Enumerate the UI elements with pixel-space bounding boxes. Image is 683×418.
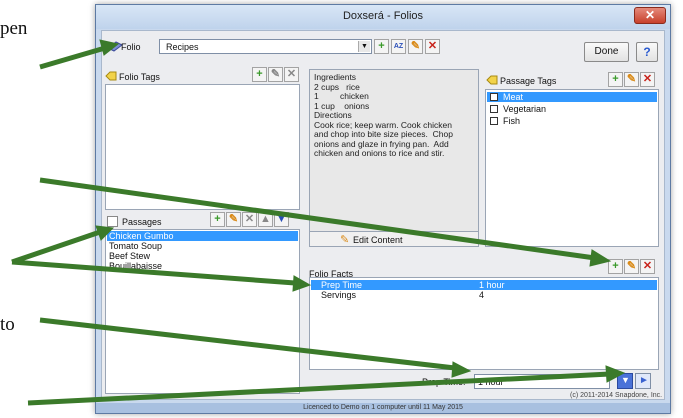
sort-folio-button[interactable]: AZ [391,39,406,54]
add-passage-tag-button[interactable]: + [608,72,623,87]
pencil-icon: ✎ [270,68,281,80]
delete-passage-button[interactable]: ✕ [242,212,257,227]
pencil-icon: ✎ [626,260,637,272]
checkbox[interactable] [490,105,498,113]
edit-passage-tag-button[interactable]: ✎ [624,72,639,87]
passages-list[interactable]: Chicken Gumbo Tomato Soup Beef Stew Boui… [105,229,300,394]
pencil-icon: ✎ [228,213,239,225]
help-button[interactable]: ? [636,42,658,62]
x-icon: ✕ [642,73,653,85]
delete-folio-button[interactable]: ✕ [425,39,440,54]
delete-folio-tag-button[interactable]: ✕ [284,67,299,82]
edit-folio-button[interactable]: ✎ [408,39,423,54]
plus-icon: + [612,260,619,272]
checkbox[interactable] [490,117,498,125]
tag-icon [105,71,117,81]
fact-value-input-text: 1 hour [478,377,504,387]
delete-fact-button[interactable]: ✕ [640,259,655,274]
passage-tag-label: Fish [503,116,521,126]
folio-select-value: Recipes [166,42,199,52]
x-icon: ✕ [286,68,297,80]
tag-icon [486,75,498,85]
passage-item[interactable]: Beef Stew [109,251,150,261]
x-icon: ✕ [427,40,438,52]
plus-icon: + [378,40,385,52]
pencil-icon: ✎ [410,40,421,52]
fact-row[interactable]: Servings 4 [311,290,657,300]
copyright-text: (c) 2011-2014 Snapdone, Inc. [570,392,663,399]
move-down-button[interactable]: ▼ [274,212,289,227]
edit-content-label: Edit Content [353,235,403,245]
pencil-icon: ✎ [626,73,637,85]
arrow-right-icon: ► [639,375,649,386]
add-fact-button[interactable]: + [608,259,623,274]
passage-tags-header: Passage Tags [500,76,557,86]
fact-name: Servings [321,290,357,300]
pencil-icon: ✎ [340,234,350,246]
passage-item[interactable]: Chicken Gumbo [107,231,298,241]
fact-name: Prep Time [321,280,363,290]
edit-fact-button[interactable]: ✎ [624,259,639,274]
content-panel[interactable]: Ingredients 2 cups rice 1 chicken 1 cup … [309,69,479,247]
fact-value: 4 [479,290,485,300]
passages-header: Passages [122,217,162,227]
passage-item[interactable]: Bouillabaisse [109,261,162,271]
chevron-down-icon[interactable]: ▼ [358,41,370,52]
passage-tag-label: Meat [503,92,524,102]
add-passage-button[interactable]: + [210,212,225,227]
passage-tags-list[interactable]: ✓ Meat Vegetarian Fish [485,89,659,247]
plus-icon: + [214,213,221,225]
plus-icon: + [256,68,263,80]
fact-row[interactable]: Prep Time 1 hour [311,280,657,290]
edit-folio-tag-button[interactable]: ✎ [268,67,283,82]
passage-tag-item[interactable]: ✓ Meat [487,92,657,102]
done-button[interactable]: Done [584,42,629,62]
background-text-bottom: to [0,314,15,335]
fact-editor-label: Prep Time: [422,377,466,387]
arrow-up-icon: ▲ [260,213,271,225]
move-fact-down-button[interactable]: ▼ [617,373,633,389]
folio-label: Folio [121,42,141,52]
status-bar: Licenced to Demo on 1 computer until 11 … [96,403,670,413]
passage-tag-item[interactable]: Fish [487,116,657,126]
title-bar[interactable]: Doxserá - Folios ✕ [96,5,670,29]
edit-passage-button[interactable]: ✎ [226,212,241,227]
passage-tag-label: Vegetarian [503,104,547,114]
folio-facts-list[interactable]: Prep Time 1 hour Servings 4 [309,277,659,370]
folios-window: Doxserá - Folios ✕ Folio Recipes ▼ + AZ … [95,4,671,414]
arrow-to-passages [11,229,101,265]
close-button[interactable]: ✕ [634,7,666,24]
delete-passage-tag-button[interactable]: ✕ [640,72,655,87]
passage-tag-item[interactable]: Vegetarian [487,104,657,114]
client-area: Folio Recipes ▼ + AZ ✎ ✕ Done ? Folio Ta… [101,30,665,400]
edit-content-button[interactable]: ✎ Edit Content [309,231,479,247]
fact-value-input[interactable]: 1 hour [474,374,610,389]
folio-tags-header: Folio Tags [119,72,160,82]
passage-content-text: Ingredients 2 cups rice 1 chicken 1 cup … [314,72,453,158]
window-title: Doxserá - Folios [342,10,424,22]
close-icon: ✕ [644,8,656,22]
x-icon: ✕ [244,213,255,225]
passage-item[interactable]: Tomato Soup [109,241,162,251]
add-folio-button[interactable]: + [374,39,389,54]
arrow-down-icon: ▼ [621,375,630,385]
fact-value: 1 hour [479,280,505,290]
x-icon: ✕ [642,260,653,272]
folio-select[interactable]: Recipes ▼ [159,39,372,54]
move-up-button[interactable]: ▲ [258,212,273,227]
arrow-down-icon: ▼ [276,213,287,225]
document-icon [107,216,118,227]
sort-az-icon: AZ [393,43,404,50]
add-folio-tag-button[interactable]: + [252,67,267,82]
background-text-top: pen [0,18,28,39]
folio-tags-list[interactable] [105,84,300,210]
plus-icon: + [612,73,619,85]
next-fact-button[interactable]: ► [635,373,651,389]
checkbox-checked[interactable]: ✓ [490,93,498,101]
